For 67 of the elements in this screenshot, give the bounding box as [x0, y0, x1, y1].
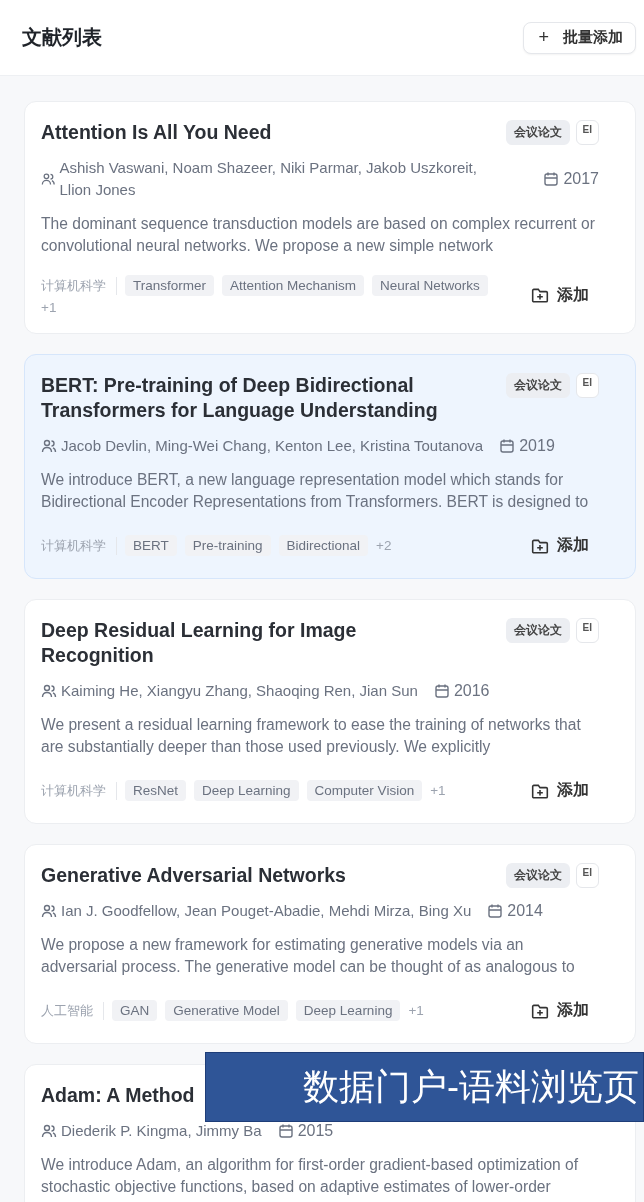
keyword-tag: Deep Learning — [295, 1000, 401, 1021]
paper-abstract: The dominant sequence transduction models are based on complex recurrent or convolutional neural networks. We propose a new simple network — [41, 214, 596, 256]
add-button[interactable]: 添加 — [531, 776, 599, 805]
users-icon — [41, 903, 57, 919]
paper-title: Adam: A Method — [41, 1083, 195, 1108]
keyword-tag: BERT — [125, 535, 177, 556]
calendar-icon — [433, 683, 450, 699]
users-icon — [41, 438, 57, 454]
paper-authors: Ashish Vaswani, Noam Shazeer, Niki Parmar, Jakob Uszkoreit, Llion Jones — [59, 158, 478, 200]
folder-add-icon — [531, 286, 549, 304]
paper-title: BERT: Pre-training of Deep Bidirectional Transformers for Language Understanding — [41, 373, 439, 423]
paper-year: 2017 — [563, 170, 599, 188]
more-tags-count: +1 — [408, 1003, 424, 1018]
add-button[interactable]: 添加 — [531, 996, 599, 1025]
calendar-icon — [499, 438, 516, 454]
paper-category: 计算机科学 — [41, 276, 117, 295]
paper-abstract: We introduce Adam, an algorithm for first-order gradient-based optimization of stochastic objective functions, based on adaptive estimates of lower-order — [41, 1155, 580, 1197]
paper-category: 人工智能 — [41, 1001, 104, 1020]
paper-title: Attention Is All You Need — [41, 120, 272, 145]
keyword-tag: Attention Mechanism — [222, 275, 365, 296]
index-badge: EI — [575, 373, 599, 398]
keyword-tag: Deep Learning — [194, 780, 299, 801]
more-tags-count: +1 — [430, 783, 446, 798]
users-icon — [41, 683, 57, 699]
paper-authors: Kaiming He, Xiangyu Zhang, Shaoqing Ren, Jian Sun — [61, 681, 418, 701]
add-button[interactable]: 添加 — [531, 531, 599, 560]
index-badge: EI — [575, 120, 599, 145]
users-icon — [41, 171, 56, 187]
paper-year: 2016 — [453, 682, 490, 700]
users-icon — [41, 1123, 57, 1139]
paper-title: Deep Residual Learning for Image Recognition — [41, 618, 358, 668]
page-title: 文献列表 — [22, 25, 102, 50]
more-tags-count: +2 — [376, 538, 392, 553]
index-badge: EI — [575, 863, 599, 888]
paper-authors: Jacob Devlin, Ming-Wei Chang, Kenton Lee, Kristina Toutanova — [61, 436, 484, 456]
calendar-icon — [487, 903, 504, 919]
paper-abstract: We present a residual learning framework to ease the training of networks that are substantially deeper than those used previously. We explicitly — [41, 715, 582, 757]
calendar-icon — [543, 171, 560, 187]
paper-authors: Ian J. Goodfellow, Jean Pouget-Abadie, Mehdi Mirza, Bing Xu — [61, 901, 472, 921]
paper-title: Generative Adversarial Networks — [41, 863, 346, 888]
caption-overlay: 数据门户-语料浏览页 — [205, 1052, 644, 1122]
paper-abstract: We propose a new framework for estimating generative models via an adversarial process. The generative model can be thought of as analogous to — [41, 935, 576, 977]
type-badge: 会议论文 — [505, 618, 570, 643]
keyword-tag: Neural Networks — [372, 275, 488, 296]
paper-year: 2015 — [297, 1122, 334, 1140]
batch-add-button[interactable]: + 批量添加 — [523, 21, 636, 54]
paper-category: 计算机科学 — [41, 781, 117, 800]
type-badge: 会议论文 — [505, 863, 570, 888]
keyword-tag: Pre-training — [184, 535, 271, 556]
keyword-tag: GAN — [112, 1000, 158, 1021]
paper-year: 2014 — [507, 902, 543, 920]
type-badge: 会议论文 — [505, 120, 570, 145]
index-badge: EI — [575, 618, 599, 643]
keyword-tag: Bidirectional — [278, 535, 369, 556]
keyword-tag: Computer Vision — [306, 780, 423, 801]
paper-card[interactable] — [24, 354, 636, 579]
calendar-icon — [277, 1123, 294, 1139]
add-button[interactable]: 添加 — [531, 280, 599, 310]
keyword-tag: ResNet — [125, 780, 186, 801]
type-badge: 会议论文 — [505, 373, 570, 398]
keyword-tag: Generative Model — [165, 1000, 288, 1021]
more-tags-count: +1 — [41, 300, 57, 315]
paper-category: 计算机科学 — [41, 536, 117, 555]
paper-year: 2019 — [519, 437, 555, 455]
paper-abstract: We introduce BERT, a new language representation model which stands for Bidirectional Encoder Representations from Transformers. BERT is designed to — [41, 470, 590, 512]
paper-authors: Diederik P. Kingma, Jimmy Ba — [61, 1121, 262, 1141]
keyword-tag: Transformer — [125, 275, 214, 296]
